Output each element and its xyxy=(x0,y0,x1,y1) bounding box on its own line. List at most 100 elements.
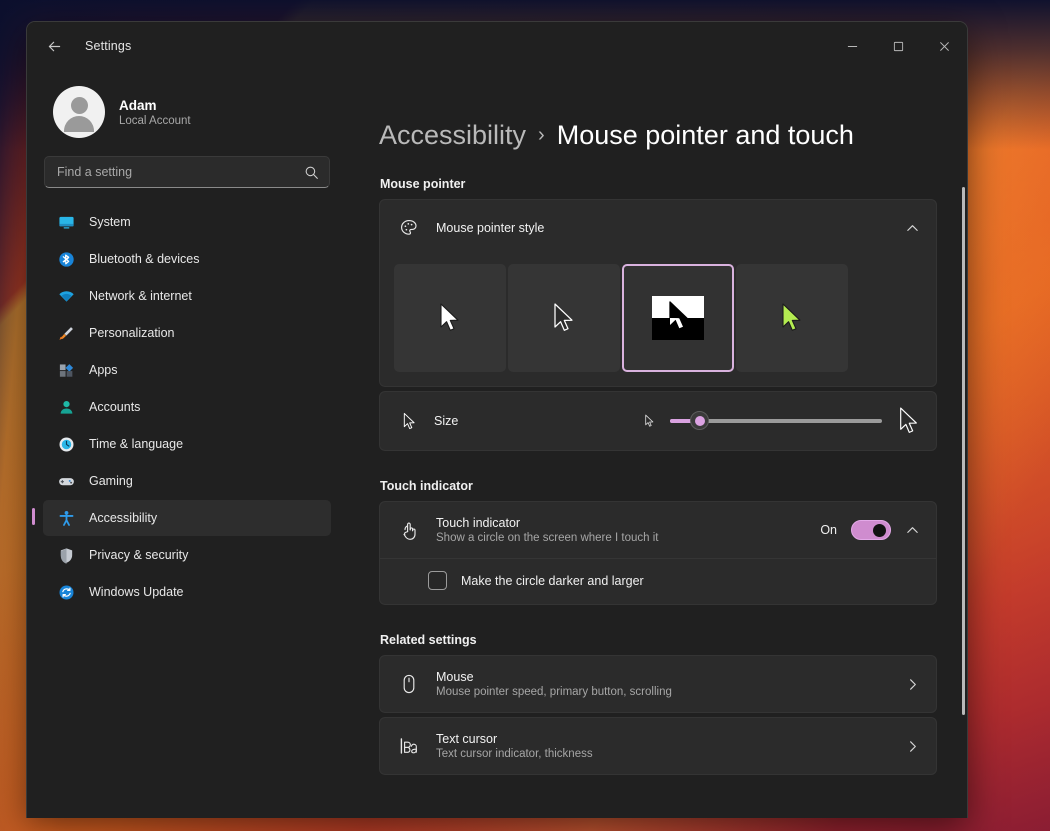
related-setting-title: Text cursor xyxy=(436,732,889,746)
sidebar-item-label: Apps xyxy=(89,363,118,377)
paintbrush-icon xyxy=(57,324,75,342)
related-setting-subtitle: Mouse pointer speed, primary button, scr… xyxy=(436,686,889,698)
sidebar-item-bluetooth-devices[interactable]: Bluetooth & devices xyxy=(43,241,331,277)
accessibility-icon xyxy=(57,509,75,527)
sidebar-item-label: Network & internet xyxy=(89,289,192,303)
sidebar-item-time-language[interactable]: Time & language xyxy=(43,426,331,462)
slider-thumb[interactable] xyxy=(690,411,709,430)
related-setting-row[interactable]: Mouse Mouse pointer speed, primary butto… xyxy=(380,656,936,712)
mouse-pointer-style-label: Mouse pointer style xyxy=(436,221,889,235)
large-pointer-icon xyxy=(896,406,922,436)
sidebar-item-label: System xyxy=(89,215,131,229)
darker-larger-circle-row[interactable]: Make the circle darker and larger xyxy=(380,559,936,604)
clock-icon xyxy=(57,435,75,453)
back-button[interactable] xyxy=(37,30,71,62)
related-setting-text-cursor-card[interactable]: Text cursor Text cursor indicator, thick… xyxy=(379,717,937,775)
chevron-up-icon[interactable] xyxy=(905,221,920,236)
touch-indicator-row: Touch indicator Show a circle on the scr… xyxy=(380,502,936,558)
pointer-size-card: Size xyxy=(379,391,937,451)
black-pointer-icon xyxy=(551,302,577,334)
touch-indicator-card: Touch indicator Show a circle on the scr… xyxy=(379,501,937,605)
sidebar-item-gaming[interactable]: Gaming xyxy=(43,463,331,499)
related-setting-mouse-card[interactable]: Mouse Mouse pointer speed, primary butto… xyxy=(379,655,937,713)
palette-icon xyxy=(398,218,420,238)
search-icon xyxy=(304,165,319,180)
pointer-style-tile-black[interactable] xyxy=(508,264,620,372)
slider-min-pointer-icon xyxy=(642,414,656,428)
related-setting-subtitle: Text cursor indicator, thickness xyxy=(436,748,889,760)
pointer-size-slider[interactable] xyxy=(670,419,882,423)
sidebar-item-windows-update[interactable]: Windows Update xyxy=(43,574,331,610)
sidebar-item-label: Windows Update xyxy=(89,585,184,599)
touch-hand-icon xyxy=(398,520,420,541)
window-body: Adam Local Account xyxy=(27,70,967,818)
vertical-scrollbar[interactable] xyxy=(962,187,965,715)
sidebar-item-label: Personalization xyxy=(89,326,174,340)
sidebar-item-system[interactable]: System xyxy=(43,204,331,240)
chevron-right-icon xyxy=(905,739,920,754)
white-pointer-icon xyxy=(437,302,463,334)
breadcrumb-parent-link[interactable]: Accessibility xyxy=(379,120,526,151)
pointer-style-tile-custom[interactable] xyxy=(736,264,848,372)
bluetooth-icon xyxy=(57,250,75,268)
minimize-icon xyxy=(847,41,858,52)
sidebar-item-privacy-security[interactable]: Privacy & security xyxy=(43,537,331,573)
section-heading-related-settings: Related settings xyxy=(380,633,937,647)
pointer-size-label: Size xyxy=(434,414,628,428)
window-controls xyxy=(829,22,967,70)
sidebar-nav: System Bluetooth & devices Network & int… xyxy=(43,204,331,610)
touch-indicator-title: Touch indicator xyxy=(436,516,804,530)
sidebar: Adam Local Account xyxy=(27,70,347,818)
close-icon xyxy=(939,41,950,52)
user-profile[interactable]: Adam Local Account xyxy=(43,70,331,152)
pointer-size-row: Size xyxy=(380,392,936,450)
minimize-button[interactable] xyxy=(829,22,875,70)
sidebar-item-personalization[interactable]: Personalization xyxy=(43,315,331,351)
monitor-icon xyxy=(57,213,75,231)
wifi-icon xyxy=(57,287,75,305)
mouse-pointer-style-card: Mouse pointer style xyxy=(379,199,937,387)
chevron-right-icon xyxy=(905,677,920,692)
page-title: Mouse pointer and touch xyxy=(557,120,854,151)
breadcrumb: Accessibility › Mouse pointer and touch xyxy=(379,120,937,151)
sidebar-item-label: Time & language xyxy=(89,437,183,451)
profile-account-type: Local Account xyxy=(119,115,191,127)
related-setting-row[interactable]: Text cursor Text cursor indicator, thick… xyxy=(380,718,936,774)
section-heading-touch-indicator: Touch indicator xyxy=(380,479,937,493)
close-button[interactable] xyxy=(921,22,967,70)
small-pointer-icon xyxy=(398,412,420,431)
inverted-pointer-icon xyxy=(648,288,708,348)
profile-name: Adam xyxy=(119,98,191,113)
chevron-up-icon[interactable] xyxy=(905,523,920,538)
sidebar-item-apps[interactable]: Apps xyxy=(43,352,331,388)
main-scroll-area: Accessibility › Mouse pointer and touch … xyxy=(353,70,967,818)
chevron-right-icon: › xyxy=(538,124,545,147)
text-cursor-icon xyxy=(398,736,420,756)
pointer-style-tile-white[interactable] xyxy=(394,264,506,372)
avatar xyxy=(53,86,105,138)
mouse-icon xyxy=(398,673,420,695)
related-setting-title: Mouse xyxy=(436,670,889,684)
touch-indicator-toggle[interactable] xyxy=(851,520,891,540)
search-input[interactable] xyxy=(57,165,304,179)
sidebar-item-label: Privacy & security xyxy=(89,548,188,562)
sidebar-item-accounts[interactable]: Accounts xyxy=(43,389,331,425)
pointer-style-tiles xyxy=(380,256,936,386)
main-content: Accessibility › Mouse pointer and touch … xyxy=(347,70,967,818)
shield-icon xyxy=(57,546,75,564)
mouse-pointer-style-header[interactable]: Mouse pointer style xyxy=(380,200,936,256)
maximize-icon xyxy=(893,41,904,52)
sidebar-item-network-internet[interactable]: Network & internet xyxy=(43,278,331,314)
pointer-style-tile-inverted[interactable] xyxy=(622,264,734,372)
sidebar-item-label: Gaming xyxy=(89,474,133,488)
gamepad-icon xyxy=(57,472,75,490)
maximize-button[interactable] xyxy=(875,22,921,70)
desktop-background: Settings xyxy=(0,0,1050,831)
sidebar-item-accessibility[interactable]: Accessibility xyxy=(43,500,331,536)
pointer-size-slider-area xyxy=(642,406,922,436)
search-box[interactable] xyxy=(44,156,330,188)
settings-window: Settings xyxy=(26,21,968,818)
darker-larger-circle-label: Make the circle darker and larger xyxy=(461,574,644,588)
section-heading-mouse-pointer: Mouse pointer xyxy=(380,177,937,191)
darker-larger-circle-checkbox[interactable] xyxy=(428,571,447,590)
